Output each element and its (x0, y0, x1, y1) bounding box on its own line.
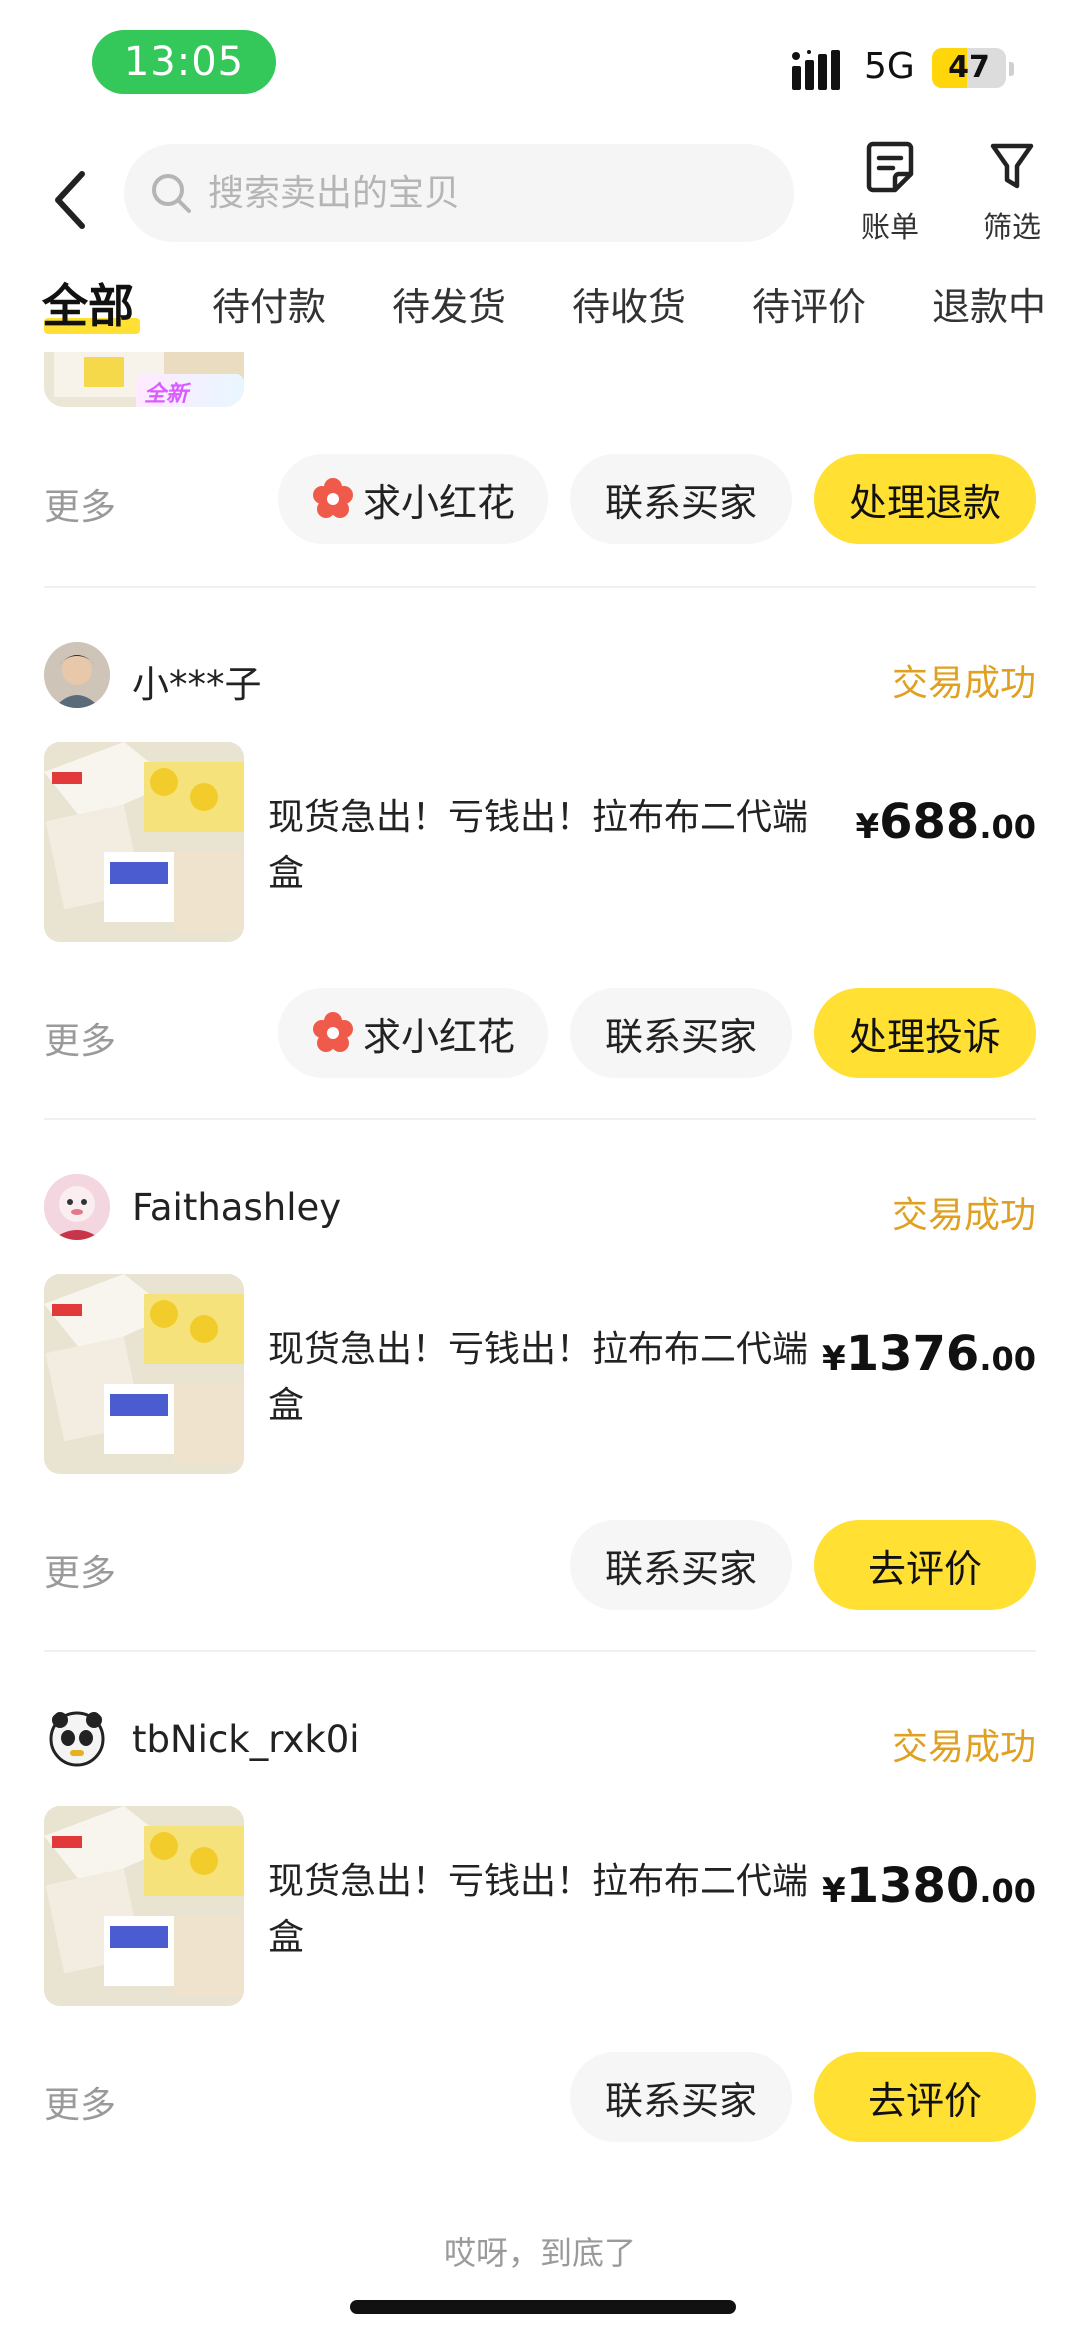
product-price: ¥1376.00 (822, 1326, 1036, 1382)
battery-level: 47 (948, 50, 990, 85)
price-symbol: ¥ (855, 807, 880, 847)
product-image (44, 742, 244, 942)
avatar (44, 1174, 110, 1240)
leave-review-button[interactable]: 去评价 (814, 2052, 1036, 2142)
avatar-image (44, 1174, 110, 1240)
battery-cap (1009, 62, 1014, 76)
more-link[interactable]: 更多 (44, 1012, 116, 1064)
filter-button[interactable]: 筛选 (962, 140, 1062, 260)
bill-button[interactable]: 账单 (840, 140, 940, 260)
price-symbol: ¥ (822, 1339, 846, 1379)
order-status: 交易成功 (891, 1727, 1036, 1768)
tab-all[interactable]: 全部 (42, 270, 134, 336)
product-image (44, 1806, 244, 2006)
back-button[interactable] (40, 150, 100, 250)
product-title[interactable]: 现货急出！亏钱出！拉布布二代端盒 (268, 1322, 828, 1434)
order-actions-row: 更多 联系买家 去评价 (0, 2052, 1080, 2148)
request-flower-button[interactable]: 求小红花 (278, 454, 548, 544)
leave-review-button[interactable]: 去评价 (814, 1520, 1036, 1610)
signal-icon (792, 50, 840, 90)
home-indicator[interactable] (350, 2300, 736, 2314)
product-title[interactable]: 现货急出！亏钱出！拉布布二代端盒 (268, 790, 828, 902)
sold-orders-page: 13:05 5G 47 搜索卖出的宝贝 账单 筛选 全部 待付款 待发货 待收货… (0, 0, 1080, 2337)
network-type: 5G (864, 46, 915, 87)
search-bar[interactable] (124, 144, 794, 242)
avatar (44, 1706, 110, 1772)
status-bar: 13:05 5G 47 (0, 0, 1080, 130)
flower-icon (312, 478, 353, 518)
buyer-name: Faithashley (132, 1186, 342, 1229)
tab-refunding[interactable]: 退款中 (932, 276, 1046, 331)
price-integer: 1380 (845, 1858, 980, 1914)
product-thumbnail[interactable]: 全新100% (44, 352, 244, 407)
chevron-left-icon (55, 171, 85, 229)
buyer-row[interactable]: Faithashley 交易成功 (0, 1174, 1080, 1244)
buyer-name: tbNick_rxk0i (132, 1718, 360, 1761)
price-integer: 688 (879, 794, 980, 850)
product-thumbnail[interactable] (44, 1806, 244, 2006)
product-price: ¥1380.00 (822, 1858, 1036, 1914)
filter-icon (990, 143, 1034, 189)
status-time: 13:05 (92, 30, 276, 94)
filter-label: 筛选 (982, 210, 1041, 244)
price-decimal: .00 (979, 1872, 1036, 1910)
order-tabs: 全部 待付款 待发货 待收货 待评价 退款中 (0, 262, 1080, 352)
more-link[interactable]: 更多 (44, 1544, 116, 1596)
tab-pending-receipt[interactable]: 待收货 (572, 276, 686, 331)
battery-icon: 47 (932, 48, 1006, 88)
bill-icon (866, 141, 914, 193)
search-input[interactable] (208, 172, 768, 214)
divider (44, 1650, 1036, 1652)
tab-pending-shipment[interactable]: 待发货 (392, 276, 506, 331)
buyer-name: 小***子 (132, 663, 262, 706)
handle-refund-button[interactable]: 处理退款 (814, 454, 1036, 544)
divider (44, 586, 1036, 588)
contact-buyer-button[interactable]: 联系买家 (570, 454, 792, 544)
avatar (44, 642, 110, 708)
bill-label: 账单 (860, 210, 919, 244)
new-badge: 全新100% (136, 374, 244, 407)
buyer-row[interactable]: 小***子 交易成功 (0, 642, 1080, 712)
price-decimal: .00 (979, 808, 1036, 846)
request-flower-button[interactable]: 求小红花 (278, 988, 548, 1078)
avatar-image (44, 1706, 110, 1772)
price-symbol: ¥ (822, 1871, 846, 1911)
search-icon (152, 174, 191, 213)
product-price: ¥688.00 (855, 794, 1036, 850)
handle-complaint-button[interactable]: 处理投诉 (814, 988, 1036, 1078)
product-thumbnail[interactable] (44, 1274, 244, 1474)
more-link[interactable]: 更多 (44, 2076, 116, 2128)
order-actions-row: 更多 求小红花 联系买家 处理退款 (0, 454, 1080, 550)
end-of-list-text: 哎呀，到底了 (443, 2234, 636, 2272)
order-status: 交易成功 (891, 1195, 1036, 1236)
price-decimal: .00 (979, 1340, 1036, 1378)
buyer-row[interactable]: tbNick_rxk0i 交易成功 (0, 1706, 1080, 1776)
top-header: 账单 筛选 (0, 130, 1080, 260)
price-integer: 1376 (845, 1326, 980, 1382)
request-flower-label: 求小红花 (362, 480, 515, 525)
tab-pending-review[interactable]: 待评价 (752, 276, 866, 331)
order-actions-row: 更多 求小红花 联系买家 处理投诉 (0, 988, 1080, 1084)
contact-buyer-button[interactable]: 联系买家 (570, 2052, 792, 2142)
flower-icon (312, 1012, 353, 1052)
contact-buyer-button[interactable]: 联系买家 (570, 1520, 792, 1610)
more-link[interactable]: 更多 (44, 478, 116, 530)
product-image (44, 1274, 244, 1474)
product-title[interactable]: 现货急出！亏钱出！拉布布二代端盒 (268, 1854, 828, 1966)
order-status: 交易成功 (891, 663, 1036, 704)
order-actions-row: 更多 联系买家 去评价 (0, 1520, 1080, 1616)
request-flower-label: 求小红花 (362, 1014, 515, 1059)
avatar-image (44, 642, 110, 708)
tab-pending-payment[interactable]: 待付款 (212, 276, 326, 331)
divider (44, 1118, 1036, 1120)
product-thumbnail[interactable] (44, 742, 244, 942)
contact-buyer-button[interactable]: 联系买家 (570, 988, 792, 1078)
